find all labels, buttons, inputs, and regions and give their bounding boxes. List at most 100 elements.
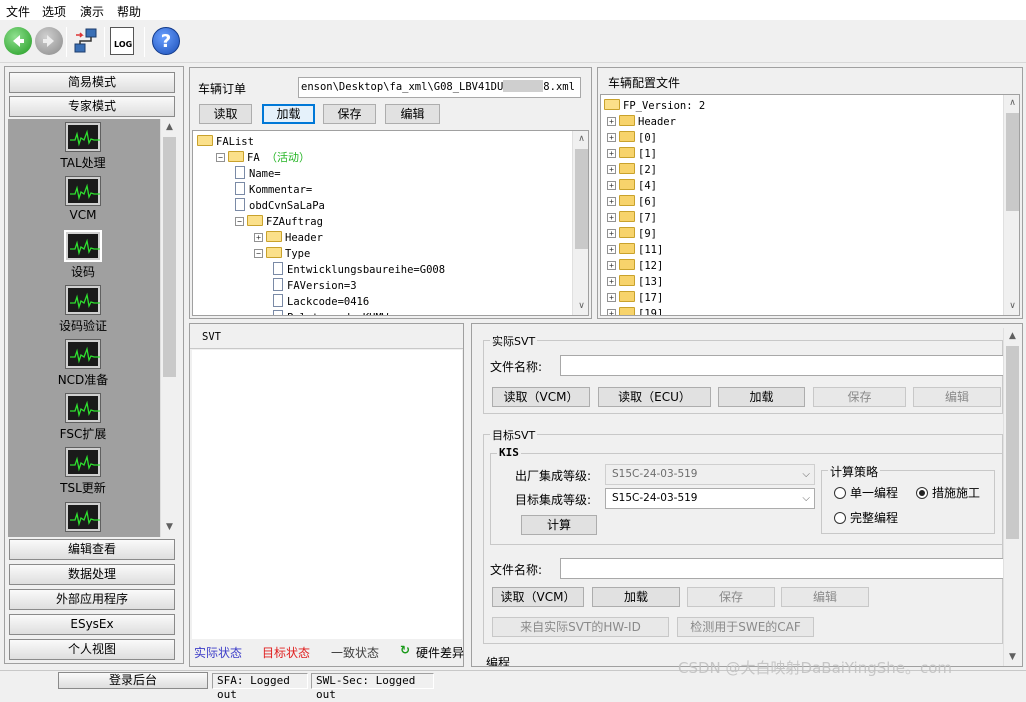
simple-mode-button[interactable]: 简易模式 — [9, 72, 175, 93]
order-tree-node[interactable]: Kommentar= — [235, 182, 312, 198]
scroll-thumb[interactable] — [575, 149, 588, 249]
detail-scrollbar[interactable]: ▲ ▼ — [1003, 328, 1020, 666]
actual-edit-button[interactable]: 编辑 — [913, 387, 1001, 407]
order-tree-node[interactable]: − FZAuftrag — [235, 214, 323, 230]
expand-toggle-icon[interactable]: + — [607, 293, 616, 302]
scroll-up-icon[interactable]: ▲ — [1004, 328, 1021, 345]
order-tree-node[interactable]: + Header — [254, 230, 323, 246]
back-arrow-icon[interactable] — [4, 27, 32, 55]
target-load-button[interactable]: 加载 — [592, 587, 680, 607]
scroll-down-icon[interactable]: ∨ — [1004, 298, 1019, 315]
hw-id-button[interactable]: 来自实际SVT的HW-ID — [492, 617, 669, 637]
scroll-down-icon[interactable]: ▼ — [161, 519, 178, 536]
expand-toggle-icon[interactable]: − — [216, 153, 225, 162]
target-read-vcm-button[interactable]: 读取（VCM） — [492, 587, 584, 607]
expand-toggle-icon[interactable]: − — [235, 217, 244, 226]
expand-toggle-icon[interactable]: + — [607, 213, 616, 222]
expand-toggle-icon[interactable]: − — [254, 249, 263, 258]
order-tree-node[interactable]: − Type — [254, 246, 310, 262]
order-tree-node[interactable]: obdCvnSaLaPa — [235, 198, 325, 214]
config-tree[interactable]: FP_Version: 2 + Header + [0] + [1] + [2] + [4] + [6… — [600, 94, 1020, 316]
config-tree-node[interactable]: + [6] — [607, 194, 657, 210]
order-tree-node[interactable]: Name= — [235, 166, 281, 182]
config-tree-node[interactable]: + [4] — [607, 178, 657, 194]
scroll-thumb[interactable] — [163, 137, 176, 377]
menu-demo[interactable]: 演示 — [80, 3, 104, 20]
config-tree-node[interactable]: + Header — [607, 114, 676, 130]
mode-item[interactable] — [8, 502, 158, 532]
scroll-up-icon[interactable]: ∧ — [573, 131, 588, 148]
config-tree-node[interactable]: + [12] — [607, 258, 663, 274]
data-processing-button[interactable]: 数据处理 — [9, 564, 175, 585]
target-level-select[interactable]: S15C-24-03-519 ⌵ — [605, 488, 815, 509]
load-order-button[interactable]: 加载 — [262, 104, 315, 124]
menu-options[interactable]: 选项 — [42, 3, 66, 20]
expand-toggle-icon[interactable]: + — [607, 309, 616, 315]
expand-toggle-icon[interactable]: + — [607, 277, 616, 286]
scroll-thumb[interactable] — [1006, 346, 1019, 539]
config-root-node[interactable]: FP_Version: 2 — [604, 98, 705, 114]
esysex-button[interactable]: ESysEx — [9, 614, 175, 635]
read-order-button[interactable]: 读取 — [199, 104, 252, 124]
menu-file[interactable]: 文件 — [6, 3, 30, 20]
target-save-button[interactable]: 保存 — [687, 587, 775, 607]
order-tree[interactable]: FAList − FA （活动） Name= Kommentar= obdCvnSaLaP… — [192, 130, 589, 316]
expand-toggle-icon[interactable]: + — [607, 261, 616, 270]
order-tree-node[interactable]: − FA （活动） — [216, 150, 310, 166]
scroll-up-icon[interactable]: ∧ — [1004, 95, 1019, 112]
mode-item[interactable]: 设码 — [8, 230, 158, 280]
expert-mode-button[interactable]: 专家模式 — [9, 96, 175, 117]
expand-toggle-icon[interactable]: + — [607, 181, 616, 190]
swe-caf-button[interactable]: 检测用于SWE的CAF — [677, 617, 814, 637]
expand-toggle-icon[interactable]: + — [607, 117, 616, 126]
expand-toggle-icon[interactable]: + — [254, 233, 263, 242]
mode-list-scrollbar[interactable]: ▲ ▼ — [160, 119, 178, 537]
expand-toggle-icon[interactable]: + — [607, 245, 616, 254]
login-backend-button[interactable]: 登录后台 — [58, 672, 208, 689]
config-tree-node[interactable]: + [9] — [607, 226, 657, 242]
scroll-up-icon[interactable]: ▲ — [161, 119, 178, 136]
mode-item[interactable]: NCD准备 — [8, 339, 158, 388]
order-tree-node[interactable]: Entwicklungsbaureihe=G008 — [273, 262, 445, 278]
order-tree-node[interactable]: Polstercode=KHMW — [273, 310, 388, 315]
external-apps-button[interactable]: 外部应用程序 — [9, 589, 175, 610]
mode-item[interactable]: TSL更新 — [8, 447, 158, 496]
config-tree-node[interactable]: + [7] — [607, 210, 657, 226]
config-tree-node[interactable]: + [17] — [607, 290, 663, 306]
order-tree-node[interactable]: FAList — [197, 134, 254, 150]
order-tree-node[interactable]: FAVersion=3 — [273, 278, 357, 294]
expand-toggle-icon[interactable]: + — [607, 149, 616, 158]
edit-view-button[interactable]: 编辑查看 — [9, 539, 175, 560]
actual-read-vcm-button[interactable]: 读取（VCM） — [492, 387, 590, 407]
config-tree-node[interactable]: + [19] — [607, 306, 663, 315]
help-icon[interactable]: ? — [152, 27, 180, 55]
mode-item[interactable]: 设码验证 — [8, 285, 158, 334]
edit-order-button[interactable]: 编辑 — [385, 104, 440, 124]
scroll-thumb[interactable] — [1006, 113, 1019, 211]
radio-complete[interactable]: 完整编程 — [834, 509, 898, 526]
expand-toggle-icon[interactable]: + — [607, 165, 616, 174]
scroll-down-icon[interactable]: ∨ — [573, 298, 588, 315]
expand-toggle-icon[interactable]: + — [607, 197, 616, 206]
order-tree-scrollbar[interactable]: ∧ ∨ — [572, 131, 588, 315]
order-tree-node[interactable]: Lackcode=0416 — [273, 294, 369, 310]
config-tree-node[interactable]: + [1] — [607, 146, 657, 162]
menu-help[interactable]: 帮助 — [117, 3, 141, 20]
scroll-down-icon[interactable]: ▼ — [1004, 649, 1021, 666]
expand-toggle-icon[interactable]: + — [607, 229, 616, 238]
actual-read-ecu-button[interactable]: 读取（ECU） — [598, 387, 711, 407]
forward-arrow-icon[interactable] — [35, 27, 63, 55]
expand-toggle-icon[interactable]: + — [607, 133, 616, 142]
config-tree-node[interactable]: + [2] — [607, 162, 657, 178]
network-icon[interactable] — [72, 27, 100, 55]
svt-tree[interactable] — [192, 350, 462, 639]
calculate-button[interactable]: 计算 — [521, 515, 597, 535]
factory-level-select[interactable]: S15C-24-03-519 ⌵ — [605, 464, 815, 485]
config-tree-node[interactable]: + [13] — [607, 274, 663, 290]
mode-item[interactable]: FSC扩展 — [8, 393, 158, 442]
actual-load-button[interactable]: 加载 — [718, 387, 805, 407]
actual-file-input[interactable] — [560, 355, 1004, 376]
config-tree-scrollbar[interactable]: ∧ ∨ — [1003, 95, 1019, 315]
order-file-path-input[interactable]: enson\Desktop\fa_xml\G08_LBV41DU 8.xml — [298, 77, 581, 98]
mode-item[interactable]: VCM — [8, 176, 158, 222]
